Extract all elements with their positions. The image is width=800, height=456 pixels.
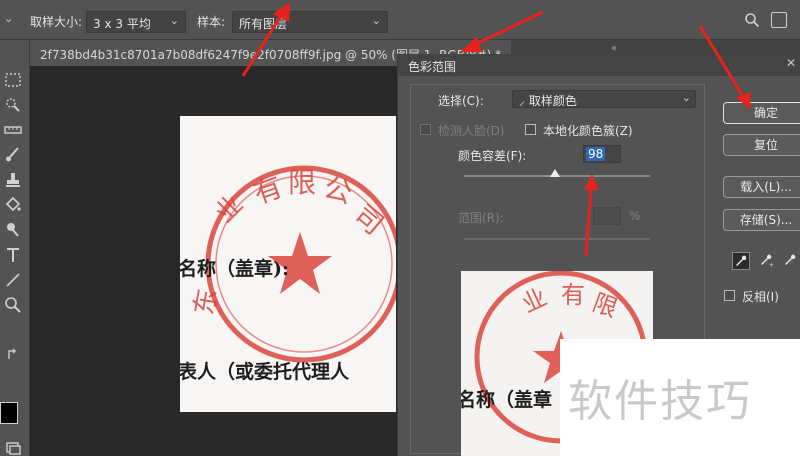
document-canvas: 有 限 公 司 业 东 名称（盖章): 表人（或委托代理人 (30, 66, 400, 456)
detect-faces-checkbox[interactable] (420, 124, 431, 135)
svg-text:司: 司 (348, 198, 391, 241)
chevron-down-icon: ⌄ (681, 91, 691, 104)
svg-text:有: 有 (561, 281, 585, 309)
fuzziness-value: 98 (586, 147, 606, 161)
svg-text:东: 东 (189, 286, 223, 317)
marquee-tool-icon[interactable] (3, 70, 23, 90)
swap-colors-icon[interactable] (3, 345, 23, 365)
sample-size-value: 3 x 3 平均 (93, 17, 151, 31)
sample-select[interactable]: 所有图层 ⌄ (232, 11, 388, 33)
svg-text:限: 限 (288, 166, 316, 199)
brush-tool-icon[interactable] (3, 145, 23, 165)
select-label: 选择(C): (438, 94, 484, 108)
save-button[interactable]: 存储(S)... (723, 209, 800, 231)
eyedropper-icon[interactable] (732, 252, 750, 270)
eyedropper-icon: ⸝ (519, 94, 526, 108)
range-input[interactable] (593, 207, 621, 225)
foreground-color-swatch[interactable] (0, 402, 18, 424)
dodge-tool-icon[interactable] (3, 220, 23, 240)
sample-size-label: 取样大小: (30, 15, 83, 29)
document-line-2: 表人（或委托代理人 (180, 361, 350, 383)
quick-selection-tool-icon[interactable] (3, 95, 23, 115)
range-slider[interactable] (464, 238, 650, 240)
range-label: 范围(R): (458, 211, 504, 225)
fuzziness-label: 颜色容差(F): (458, 149, 527, 163)
reset-button[interactable]: 复位 (723, 134, 800, 156)
sample-size-select[interactable]: 3 x 3 平均 ⌄ (86, 11, 186, 33)
load-button[interactable]: 载入(L)... (723, 176, 800, 198)
detect-faces-label: 检测人脸(D) (438, 124, 505, 138)
svg-text:有: 有 (249, 170, 287, 211)
screen-mode-icon[interactable] (3, 438, 23, 456)
select-dropdown[interactable]: ⸝ 取样颜色 ⌄ (512, 90, 696, 108)
options-bar: ⌄ 取样大小: 3 x 3 平均 ⌄ 样本: 所有图层 ⌄ (0, 0, 800, 40)
invert-label: 反相(I) (742, 290, 779, 304)
watermark-text: 软件技巧 (568, 376, 752, 427)
workspace-icon[interactable] (771, 12, 787, 28)
add-to-sample-eyedropper-icon[interactable]: + (758, 252, 776, 270)
fuzziness-input[interactable]: 98 (583, 145, 621, 163)
svg-text:业: 业 (518, 283, 552, 319)
fuzziness-slider-thumb[interactable] (550, 169, 561, 177)
type-tool-icon[interactable] (3, 245, 23, 265)
chevron-down-icon: ⌄ (169, 14, 179, 27)
line-tool-icon[interactable] (3, 270, 23, 290)
close-icon[interactable]: ✕ (786, 56, 798, 70)
dialog-title: 色彩范围 (408, 60, 457, 74)
subtract-from-sample-eyedropper-icon[interactable] (782, 252, 800, 270)
collapse-icon[interactable]: « (611, 43, 617, 54)
paint-bucket-tool-icon[interactable] (3, 195, 23, 215)
stamp-tool-icon[interactable] (3, 170, 23, 190)
document-line-1: 名称（盖章): (180, 258, 290, 280)
select-value: 取样颜色 (528, 94, 577, 108)
invert-checkbox[interactable] (724, 290, 735, 301)
svg-text:+: + (769, 262, 774, 268)
localized-clusters-checkbox[interactable] (525, 124, 536, 135)
tools-panel (0, 40, 30, 456)
range-unit: % (629, 209, 641, 223)
search-icon[interactable] (744, 12, 760, 28)
preview-line: 名称（盖章 (461, 389, 553, 411)
sample-label: 样本: (197, 15, 226, 29)
chevron-down-icon[interactable]: ⌄ (4, 12, 13, 25)
sample-value: 所有图层 (239, 17, 288, 31)
chevron-down-icon: ⌄ (371, 14, 381, 27)
zoom-tool-icon[interactable] (3, 295, 23, 315)
svg-text:公: 公 (320, 171, 356, 210)
watermark: 软件技巧 (560, 339, 800, 456)
localized-clusters-label: 本地化颜色簇(Z) (543, 124, 633, 138)
document-image: 有 限 公 司 业 东 名称（盖章): 表人（或委托代理人 (180, 116, 396, 412)
ruler-tool-icon[interactable] (3, 120, 23, 140)
fuzziness-slider[interactable] (464, 169, 650, 177)
dialog-title-bar[interactable]: 色彩范围 (398, 54, 800, 76)
ok-button[interactable]: 确定 (723, 102, 800, 124)
